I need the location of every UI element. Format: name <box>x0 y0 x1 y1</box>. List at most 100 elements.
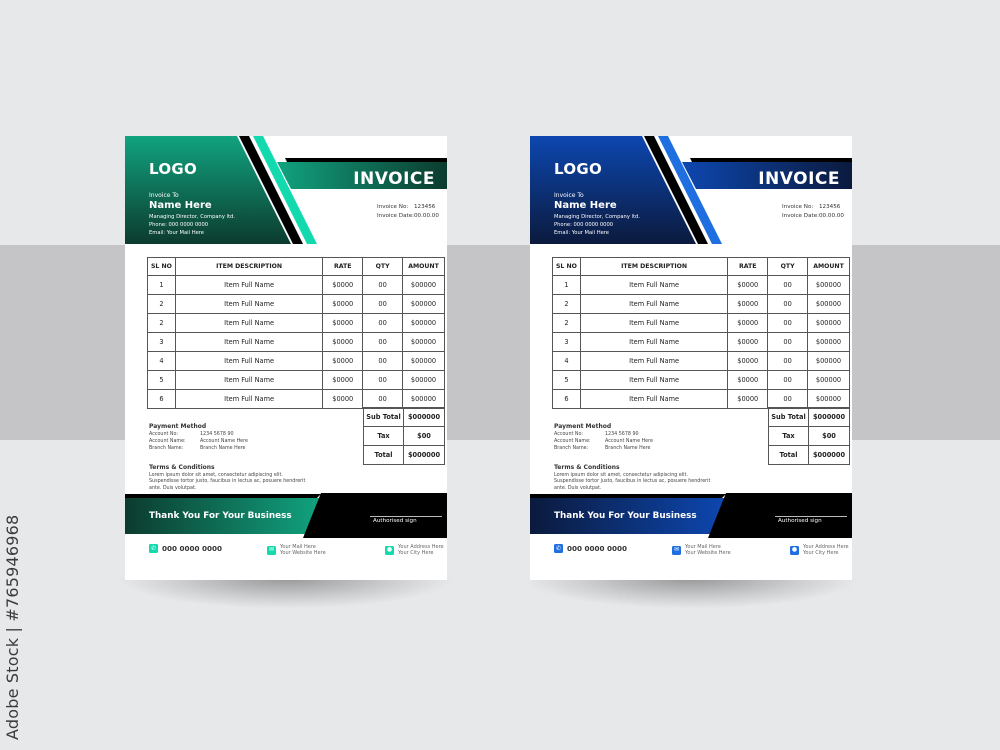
cell-amount: $00000 <box>807 275 850 295</box>
cell-sl-no: 2 <box>147 313 176 333</box>
cell-qty: 00 <box>362 275 404 295</box>
cell-item-description: Item Full Name <box>579 275 729 295</box>
cell-rate: $0000 <box>322 332 364 352</box>
col-sl-no: SL NO <box>552 257 581 276</box>
totals-table: Sub Total $000000 Tax $00 Total $000000 <box>768 407 850 465</box>
items-table: SL NO ITEM DESCRIPTION RATE QTY AMOUNT 1… <box>147 257 445 409</box>
cell-qty: 00 <box>767 351 809 371</box>
invoice-date: Invoice Date:00.00.00 <box>782 213 844 219</box>
table-row: 4 Item Full Name $0000 00 $00000 <box>147 351 445 371</box>
cell-amount: $00000 <box>402 370 445 390</box>
total-row: Total $000000 <box>768 445 850 465</box>
subtotal-label: Sub Total <box>768 407 809 427</box>
invoice-no-label: Invoice No: <box>377 204 409 210</box>
phone-icon: ✆ <box>554 544 563 553</box>
col-rate: RATE <box>322 257 364 276</box>
contact-phone: ✆ 000 0000 0000 <box>149 544 222 553</box>
cell-qty: 00 <box>362 313 404 333</box>
client-name: Name Here <box>554 200 617 211</box>
cell-amount: $00000 <box>402 294 445 314</box>
col-qty: QTY <box>362 257 404 276</box>
cell-item-description: Item Full Name <box>579 351 729 371</box>
cell-rate: $0000 <box>322 351 364 371</box>
phone-icon: ✆ <box>149 544 158 553</box>
payment-account-no: Account No: 1234 5678 90 <box>149 432 234 437</box>
account-name-label: Account Name: <box>149 439 186 444</box>
signature-line <box>775 516 847 517</box>
invoice-title: INVOICE <box>758 169 840 189</box>
authorised-sign-label: Authorised sign <box>373 518 417 524</box>
invoice-date-label: Invoice Date: <box>377 213 415 219</box>
city-text: Your City Here <box>803 550 839 556</box>
cell-rate: $0000 <box>727 332 769 352</box>
cell-rate: $0000 <box>322 370 364 390</box>
tax-row: Tax $00 <box>768 426 850 446</box>
cell-rate: $0000 <box>727 389 769 409</box>
cell-sl-no: 2 <box>147 294 176 314</box>
cell-rate: $0000 <box>322 313 364 333</box>
total-value: $000000 <box>808 445 850 465</box>
cell-item-description: Item Full Name <box>174 275 324 295</box>
subtotal-row: Sub Total $000000 <box>768 407 850 427</box>
thank-you-message: Thank You For Your Business <box>554 511 697 521</box>
total-label: Total <box>363 445 404 465</box>
client-email: Email: Your Mail Here <box>554 230 609 236</box>
total-label: Total <box>768 445 809 465</box>
cell-amount: $00000 <box>807 389 850 409</box>
totals-table: Sub Total $000000 Tax $00 Total $000000 <box>363 407 445 465</box>
tax-row: Tax $00 <box>363 426 445 446</box>
invoice-date-value: 00.00.00 <box>819 213 844 219</box>
thank-you-message: Thank You For Your Business <box>149 511 292 521</box>
table-row: 2 Item Full Name $0000 00 $00000 <box>147 313 445 333</box>
terms-title: Terms & Conditions <box>554 464 620 471</box>
logo: LOGO <box>149 160 198 178</box>
cell-rate: $0000 <box>727 351 769 371</box>
cell-amount: $00000 <box>807 351 850 371</box>
terms-body: Lorem ipsum dolor sit amet, consectetur … <box>554 473 711 491</box>
cell-rate: $0000 <box>322 389 364 409</box>
mail-icon: ✉ <box>267 545 276 555</box>
subtotal-row: Sub Total $000000 <box>363 407 445 427</box>
cell-sl-no: 1 <box>147 275 176 295</box>
account-no-value: 1234 5678 90 <box>605 432 639 437</box>
cell-item-description: Item Full Name <box>579 332 729 352</box>
tax-value: $00 <box>403 426 445 446</box>
page-shadow <box>121 578 451 608</box>
cell-amount: $00000 <box>402 275 445 295</box>
subtotal-label: Sub Total <box>363 407 404 427</box>
cell-sl-no: 6 <box>147 389 176 409</box>
cell-amount: $00000 <box>402 313 445 333</box>
page-shadow <box>526 578 856 608</box>
col-rate: RATE <box>727 257 769 276</box>
payment-account-name: Account Name: Account Name Here <box>149 439 248 444</box>
client-title: Managing Director, Company ltd. <box>149 214 235 220</box>
payment-branch-name: Branch Name: Branch Name Here <box>554 446 651 451</box>
table-row: 5 Item Full Name $0000 00 $00000 <box>552 370 850 390</box>
stock-watermark: Adobe Stock | #765946968 <box>3 514 22 740</box>
invoice-date: Invoice Date:00.00.00 <box>377 213 439 219</box>
cell-sl-no: 2 <box>552 313 581 333</box>
tax-value: $00 <box>808 426 850 446</box>
payment-method-title: Payment Method <box>554 423 612 430</box>
authorised-sign-label: Authorised sign <box>778 518 822 524</box>
invoice-no-label: Invoice No: <box>782 204 814 210</box>
col-sl-no: SL NO <box>147 257 176 276</box>
cell-sl-no: 6 <box>552 389 581 409</box>
cell-amount: $00000 <box>402 351 445 371</box>
table-row: 1 Item Full Name $0000 00 $00000 <box>147 275 445 295</box>
invoice-no-value: 123456 <box>414 204 436 210</box>
cell-qty: 00 <box>362 332 404 352</box>
client-name: Name Here <box>149 200 212 211</box>
cell-qty: 00 <box>362 389 404 409</box>
invoice-template-blue: LOGO Invoice To Name Here Managing Direc… <box>530 136 852 580</box>
account-name-label: Account Name: <box>554 439 591 444</box>
cell-qty: 00 <box>767 389 809 409</box>
col-amount: AMOUNT <box>807 257 850 276</box>
cell-amount: $00000 <box>402 332 445 352</box>
client-phone: Phone: 000 0000 0000 <box>149 222 209 228</box>
phone-number: 000 0000 0000 <box>567 544 628 553</box>
cell-item-description: Item Full Name <box>579 294 729 314</box>
cell-sl-no: 4 <box>552 351 581 371</box>
contact-mail: ✉ Your Mail Here Your Website Here <box>672 544 731 556</box>
mail-icon: ✉ <box>672 545 681 555</box>
